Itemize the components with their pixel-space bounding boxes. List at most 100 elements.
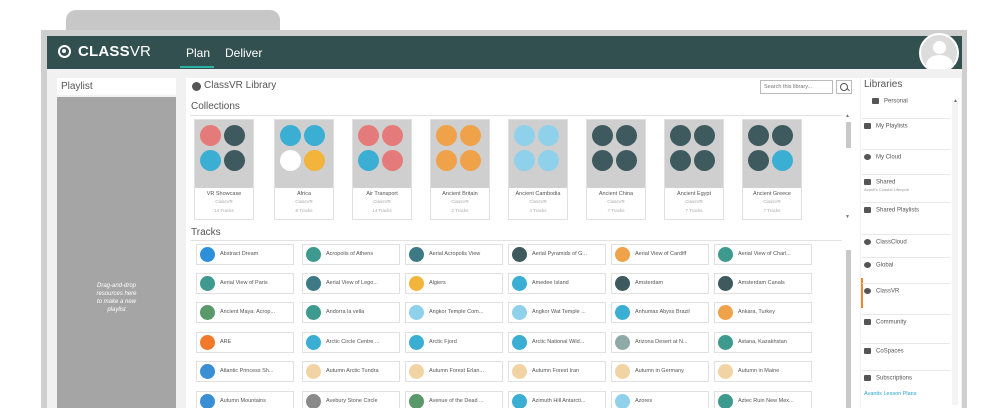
track-label: Amedee Island [532,280,569,286]
track-item[interactable]: Aerial View of Charl... [714,244,812,265]
track-item[interactable]: Arizona Desert at N... [611,332,709,353]
lesson-plans-link[interactable]: Avantis Lesson Plans [864,391,917,397]
playlist-icon [864,207,871,213]
library-item-cospaces[interactable]: CoSpaces [864,348,954,355]
collection-name: Ancient Cambodia [515,191,561,197]
collection-card[interactable]: Ancient Greece ClassVR 7 Tracks [742,119,802,220]
library-item-shared-playlists[interactable]: Shared Playlists [864,207,954,214]
track-item[interactable]: Autumn Arctic Tundra [302,361,400,382]
track-item[interactable]: Aerial View of Cardiff [611,244,709,265]
track-item[interactable]: Amsterdam Canals [714,273,812,294]
track-thumbnail-icon [200,247,215,262]
track-thumbnail-icon [409,335,424,350]
track-item[interactable]: Azores [611,391,709,408]
brand-part1: CLASS [78,43,130,60]
track-item[interactable]: Astana, Kazakhstan [714,332,812,353]
tracks-scrollbar[interactable] [846,250,851,408]
library-item-classcloud[interactable]: ClassCloud [864,239,954,246]
collection-name: Air Transport [366,191,398,197]
track-label: Autumn in Germany [635,368,684,374]
track-item[interactable]: Avenue of the Dead ... [405,391,503,408]
track-item[interactable]: Anhumas Abyss Brazil [611,302,709,323]
library-search-input[interactable] [760,80,833,94]
person-icon [872,98,879,104]
collection-card[interactable]: Air Transport ClassVR 14 Tracks [352,119,412,220]
track-item[interactable]: Autumn Mountains [196,391,294,408]
pyramid-icon [694,125,715,146]
track-item[interactable]: ARE [196,332,294,353]
collection-card[interactable]: Ancient China ClassVR 7 Tracks [586,119,646,220]
track-item[interactable]: Avebury Stone Circle [302,391,400,408]
collection-owner: ClassVR [529,199,547,204]
track-label: Autumn Forest Iran [532,368,580,374]
track-item[interactable]: Andorra la vella [302,302,400,323]
track-item[interactable]: Autumn in Maine [714,361,812,382]
library-item-my-playlists[interactable]: My Playlists [864,123,954,130]
collection-track-count: 14 Tracks [214,208,234,213]
track-item[interactable]: Aerial View of Paris [196,273,294,294]
track-item[interactable]: Aerial View of Lego... [302,273,400,294]
columns-icon [748,125,769,146]
scroll-up-icon[interactable]: ▲ [845,113,850,119]
track-item[interactable]: Arctic National Wild... [508,332,606,353]
collection-card[interactable]: Ancient Britain ClassVR 2 Tracks [430,119,490,220]
cloud-icon [864,239,871,245]
track-item[interactable]: Acropolis of Athens [302,244,400,265]
track-label: Azimuth Hill Antarcti... [532,398,586,404]
track-item[interactable]: Aerial Acropolis View [405,244,503,265]
library-item-subscriptions[interactable]: Subscriptions [864,375,954,382]
collections-scrollbar[interactable] [846,122,851,148]
scroll-down-icon[interactable]: ▼ [845,214,850,220]
track-item[interactable]: Ancient Maya: Acrop... [196,302,294,323]
collection-card[interactable]: VR Showcase ClassVR 14 Tracks [194,119,254,220]
avatar[interactable] [919,33,959,73]
library-item-global[interactable]: Global [864,262,954,269]
plane-icon [382,125,403,146]
library-item-personal[interactable]: Personal [864,98,954,105]
shared-icon [864,179,871,185]
track-item[interactable]: Autumn Forest Iran [508,361,606,382]
track-item[interactable]: Autumn Forest Erlan... [405,361,503,382]
collection-card[interactable]: Africa ClassVR 8 Tracks [274,119,334,220]
track-item[interactable]: Algiers [405,273,503,294]
library-divider [862,343,950,344]
library-item-label: My Cloud [876,154,902,161]
track-item[interactable]: Arctic Fjord [405,332,503,353]
playlist-title: Playlist [57,78,176,95]
temple-icon [514,150,535,171]
library-divider [862,118,950,119]
track-item[interactable]: Ankara, Turkey [714,302,812,323]
playlist-dropzone[interactable] [57,97,176,408]
nav-deliver[interactable]: Deliver [225,46,262,60]
playlist-hint: Drag-and-drop resources here to make a n… [96,283,137,313]
track-item[interactable]: Angkor Temple Com... [405,302,503,323]
collection-thumbnail [587,120,645,188]
track-item[interactable]: Abstract Dream [196,244,294,265]
collection-card[interactable]: Ancient Cambodia ClassVR 4 Tracks [508,119,568,220]
library-item-community[interactable]: Community [864,319,954,326]
brand-part2: VR [129,43,152,60]
library-item-classvr[interactable]: ClassVR [864,288,954,295]
nav-plan[interactable]: Plan [186,46,210,60]
track-item[interactable]: Azimuth Hill Antarcti... [508,391,606,408]
track-item[interactable]: Amsterdam [611,273,709,294]
track-item[interactable]: Aztec Ruin New Mex... [714,391,812,408]
pyramid-icon [224,150,245,171]
track-item[interactable]: Autumn in Germany [611,361,709,382]
track-item[interactable]: Atlantic Princess Sh... [196,361,294,382]
library-item-shared[interactable]: Shared [864,179,954,186]
nav-active-underline [180,66,214,68]
track-label: Astana, Kazakhstan [738,339,787,345]
track-thumbnail-icon [200,394,215,408]
library-item-my-cloud[interactable]: My Cloud [864,154,954,161]
libraries-scrollbar[interactable] [952,100,958,405]
track-item[interactable]: Amedee Island [508,273,606,294]
track-thumbnail-icon [512,247,527,262]
search-icon[interactable] [836,80,852,94]
track-item[interactable]: Angkor Wat Temple ... [508,302,606,323]
track-thumbnail-icon [200,335,215,350]
track-item[interactable]: Aerial Pyramids of G... [508,244,606,265]
track-item[interactable]: Arctic Circle Centre ... [302,332,400,353]
columns-icon [772,125,793,146]
collection-card[interactable]: Ancient Egypt ClassVR 7 Tracks [664,119,724,220]
